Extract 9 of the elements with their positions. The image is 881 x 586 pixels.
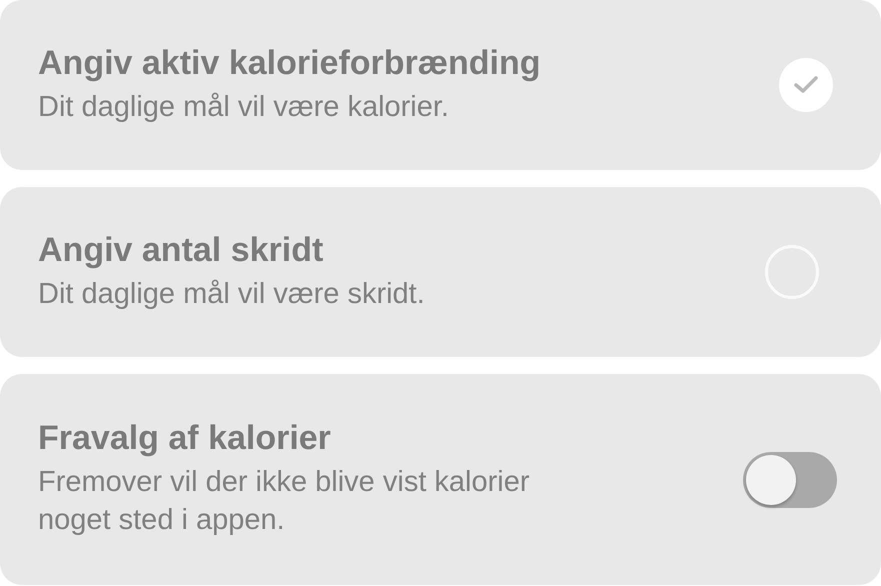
option-description: Fremover vil der ikke blive vist kalorier noget sted i appen. — [38, 465, 531, 538]
option-title: Angiv antal skridt — [38, 230, 324, 270]
option-card[interactable]: Angiv aktiv kalorieforbrænding Dit daglige mål vil være kalorier. — [0, 0, 881, 170]
option-description: Dit daglige mål vil være skridt. — [38, 276, 425, 312]
option-title: Fravalg af kalorier — [38, 419, 332, 458]
option-card[interactable]: Angiv antal skridt Dit daglige mål vil være skridt. — [0, 187, 881, 357]
option-title: Angiv aktiv kalorieforbrænding — [38, 44, 541, 83]
option-card[interactable]: Fravalg af kalorier Fremover vil der ikke blive vist kalorier noget sted i appen. — [0, 374, 881, 585]
option-description: Dit daglige mål vil være kalorier. — [38, 90, 450, 125]
